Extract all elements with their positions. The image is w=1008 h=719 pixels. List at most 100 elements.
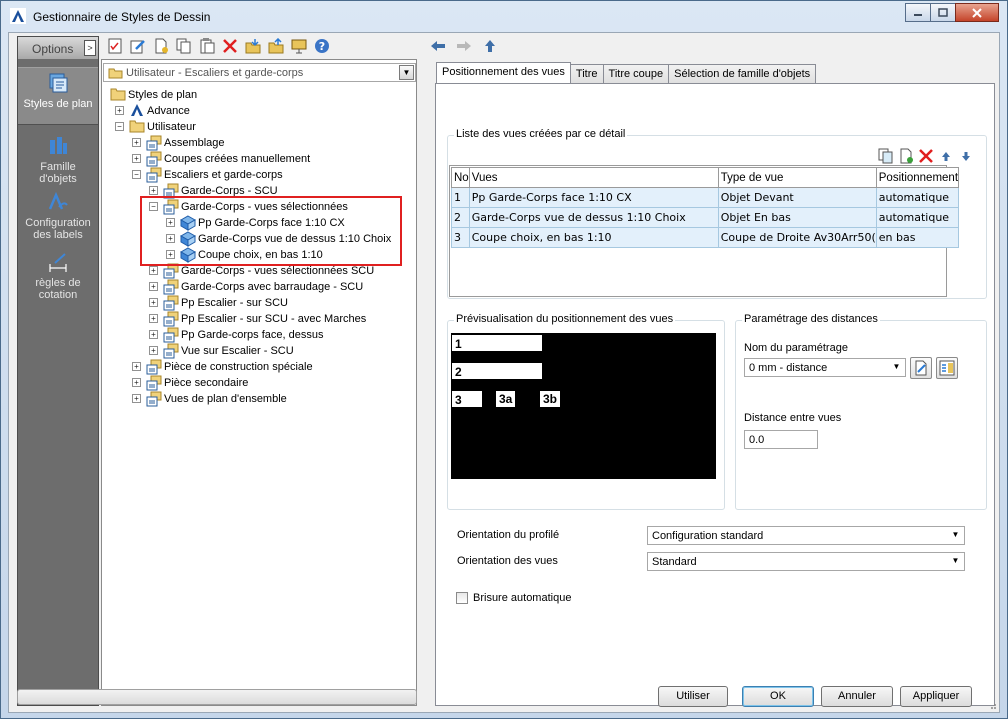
stack-icon (146, 167, 162, 183)
column-header-views[interactable]: Vues (468, 167, 719, 188)
tree-node[interactable]: + Vue sur Escalier - SCU (108, 343, 412, 359)
options-sidebar: Options > Styles de plan Famille d'objet… (17, 36, 99, 706)
forward-button[interactable] (455, 37, 473, 55)
checklist-button[interactable] (106, 37, 124, 55)
copy-view-button[interactable] (878, 148, 894, 164)
chevron-down-icon: ▼ (399, 65, 414, 80)
copy-button[interactable] (175, 37, 193, 55)
presentation-button[interactable] (290, 37, 308, 55)
column-header-positioning[interactable]: Positionnement (875, 167, 960, 188)
table-row[interactable]: 2 Garde-Corps vue de dessus 1:10 Choix O… (451, 207, 960, 228)
tree-node[interactable]: + Pp Escalier - sur SCU (108, 295, 412, 311)
move-up-button[interactable] (938, 148, 954, 164)
auto-break-option[interactable]: Brisure automatique (456, 591, 571, 605)
close-button[interactable] (955, 3, 999, 22)
profile-orientation-select[interactable]: Configuration standard ▼ (647, 526, 965, 545)
expand-icon[interactable]: + (132, 394, 141, 403)
tree-node[interactable]: + Pièce de construction spéciale (108, 359, 412, 375)
help-button[interactable]: ? (313, 37, 331, 55)
collapse-arrow-icon[interactable]: > (84, 40, 96, 56)
expand-icon[interactable]: + (149, 346, 158, 355)
tab-view-positioning[interactable]: Positionnement des vues (436, 62, 571, 83)
expand-icon[interactable]: + (132, 378, 141, 387)
expand-icon[interactable]: + (132, 154, 141, 163)
views-table: No Vues Type de vue Positionnement 1 Pp … (451, 167, 960, 248)
tree-node[interactable]: + Pp Escalier - sur SCU - avec Marches (108, 311, 412, 327)
preview-label-1: 1 (455, 337, 462, 351)
preview-view-2: 2 (452, 363, 542, 379)
back-button[interactable] (429, 37, 447, 55)
cancel-button[interactable]: Annuler (821, 686, 893, 707)
tree-node[interactable]: + Vues de plan d'ensemble (108, 391, 412, 407)
expand-icon[interactable]: + (115, 106, 124, 115)
main-toolbar: ? (106, 35, 336, 57)
add-view-button[interactable] (898, 148, 914, 164)
tree-node[interactable]: + Pièce secondaire (108, 375, 412, 391)
delete-view-button[interactable] (918, 148, 934, 164)
title-bar[interactable]: Gestionnaire de Styles de Dessin (1, 1, 1007, 31)
expand-icon[interactable]: + (149, 298, 158, 307)
tree-node-label: Utilisateur (147, 121, 196, 133)
edit-button[interactable] (129, 37, 147, 55)
expand-icon[interactable]: + (149, 266, 158, 275)
window: Gestionnaire de Styles de Dessin Options… (0, 0, 1008, 719)
paste-button[interactable] (198, 37, 216, 55)
tree-node[interactable]: + Pp Garde-corps face, dessus (108, 327, 412, 343)
options-item-object-family[interactable]: Famille d'objets (18, 131, 98, 185)
arrow-right-icon (457, 41, 471, 51)
edit-setting-button[interactable] (910, 357, 932, 379)
collapse-icon[interactable]: − (115, 122, 124, 131)
resize-grip-icon[interactable] (987, 700, 997, 710)
settings-list-button[interactable] (936, 357, 958, 379)
preview-title: Prévisualisation du positionnement des v… (454, 313, 676, 325)
column-header-view-type[interactable]: Type de vue (717, 167, 877, 188)
move-down-button[interactable] (958, 148, 974, 164)
options-item-labels-config[interactable]: Configuration des labels (18, 187, 98, 243)
tree-node[interactable]: + Assemblage (108, 135, 412, 151)
ok-button[interactable]: OK (742, 686, 814, 707)
up-button[interactable] (481, 37, 499, 55)
tab-object-family-selection[interactable]: Sélection de famille d'objets (668, 64, 817, 83)
use-button[interactable]: Utiliser (658, 686, 728, 707)
tree-node[interactable]: + Advance (108, 103, 412, 119)
table-row[interactable]: 1 Pp Garde-Corps face 1:10 CX Objet Deva… (451, 187, 960, 208)
distance-settings-title: Paramétrage des distances (742, 313, 880, 325)
import-button[interactable] (244, 37, 262, 55)
help-icon: ? (315, 39, 329, 53)
cell-view-type: Objet En bas (717, 207, 877, 228)
column-header-no[interactable]: No (451, 167, 470, 188)
import-icon (245, 39, 261, 54)
tree-node[interactable]: + Garde-Corps avec barraudage - SCU (108, 279, 412, 295)
minimize-button[interactable] (905, 3, 931, 22)
expand-icon[interactable]: + (132, 138, 141, 147)
expand-icon[interactable]: + (149, 186, 158, 195)
delete-button[interactable] (221, 37, 239, 55)
tab-title[interactable]: Titre (569, 64, 604, 83)
table-row[interactable]: 3 Coupe choix, en bas 1:10 Coupe de Droi… (451, 227, 960, 248)
options-item-dimension-rules[interactable]: règles de cotation (18, 247, 98, 303)
expand-icon[interactable]: + (132, 362, 141, 371)
expand-icon[interactable]: + (149, 282, 158, 291)
tab-section-title[interactable]: Titre coupe (602, 64, 670, 83)
tree-filter-select[interactable]: Utilisateur - Escaliers et garde-corps ▼ (103, 63, 416, 82)
cell-view-type: Objet Devant (717, 187, 877, 208)
tree-node[interactable]: + Coupes créées manuellement (108, 151, 412, 167)
apply-button[interactable]: Appliquer (900, 686, 972, 707)
collapse-icon[interactable]: − (132, 170, 141, 179)
tree-node[interactable]: − Escaliers et garde-corps (108, 167, 412, 183)
expand-icon[interactable]: + (149, 314, 158, 323)
view-positioning-preview: 1 2 3 3a 3b (451, 333, 716, 479)
cell-no: 1 (451, 187, 470, 208)
tree-node[interactable]: − Utilisateur (108, 119, 412, 135)
setting-name-select[interactable]: 0 mm - distance ▼ (744, 358, 906, 377)
options-item-plan-styles[interactable]: Styles de plan (18, 67, 98, 125)
new-button[interactable] (152, 37, 170, 55)
export-button[interactable] (267, 37, 285, 55)
expand-icon[interactable]: + (149, 330, 158, 339)
chevron-down-icon: ▼ (951, 556, 960, 565)
distance-between-views-input[interactable]: 0.0 (744, 430, 818, 449)
auto-break-checkbox[interactable] (456, 592, 468, 604)
maximize-button[interactable] (930, 3, 956, 22)
tree-node[interactable]: Styles de plan (108, 87, 412, 103)
views-orientation-select[interactable]: Standard ▼ (647, 552, 965, 571)
